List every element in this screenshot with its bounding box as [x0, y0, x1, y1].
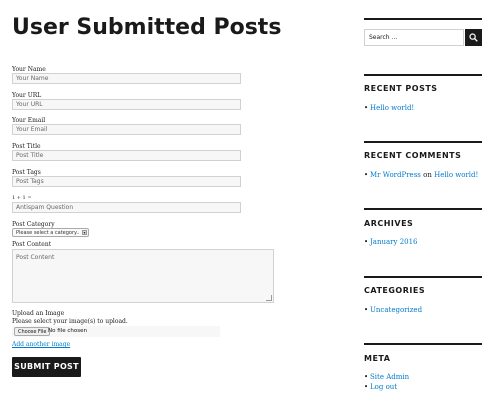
list-item: • Log out [364, 383, 397, 391]
upload-help-text: Please select your image(s) to upload. [12, 318, 128, 325]
add-another-image-link[interactable]: Add another image [12, 341, 70, 348]
content-placeholder: Post Content [16, 254, 55, 261]
chevron-down-icon: ▾ [82, 230, 87, 235]
antispam-input[interactable]: Antispam Question [12, 202, 241, 213]
widget-divider [364, 18, 482, 20]
widget-divider [364, 208, 482, 210]
archives-title: ARCHIVES [364, 219, 414, 228]
submit-post-button[interactable]: SUBMIT POST [12, 357, 81, 377]
name-label: Your Name [12, 66, 46, 73]
content-textarea[interactable]: Post Content [12, 249, 274, 303]
list-item: • Site Admin [364, 373, 409, 381]
list-item: • Uncategorized [364, 306, 422, 314]
search-input[interactable]: Search ... [364, 29, 464, 46]
file-input: Choose File No file chosen [12, 326, 220, 337]
archive-link[interactable]: January 2016 [370, 238, 418, 246]
recent-posts-title: RECENT POSTS [364, 84, 438, 93]
choose-file-button[interactable]: Choose File [14, 327, 51, 336]
file-status: No file chosen [48, 328, 87, 334]
antispam-label: 1 + 1 = [12, 195, 32, 201]
site-admin-link[interactable]: Site Admin [370, 373, 409, 381]
page-title: User Submitted Posts [12, 15, 282, 40]
category-select[interactable]: Please select a category.. ▾ [12, 228, 89, 237]
list-item: • January 2016 [364, 238, 418, 246]
name-input[interactable]: Your Name [12, 73, 241, 84]
widget-divider [364, 343, 482, 345]
url-input[interactable]: Your URL [12, 99, 241, 110]
comment-on-text: on [423, 171, 432, 179]
list-item: • Mr WordPress on Hello world! [364, 171, 478, 179]
recent-post-link[interactable]: Hello world! [370, 104, 414, 112]
category-selected-value: Please select a category.. [16, 230, 80, 236]
widget-divider [364, 276, 482, 278]
post-title-label: Post Title [12, 143, 41, 150]
recent-comments-title: RECENT COMMENTS [364, 151, 462, 160]
resize-handle-icon[interactable] [266, 295, 272, 301]
category-label: Post Category [12, 221, 55, 228]
upload-label: Upload an Image [12, 310, 65, 317]
list-item: • Hello world! [364, 104, 414, 112]
email-input[interactable]: Your Email [12, 124, 241, 135]
search-icon [469, 33, 478, 42]
post-tags-label: Post Tags [12, 169, 41, 176]
comment-post-link[interactable]: Hello world! [434, 171, 478, 179]
log-out-link[interactable]: Log out [370, 383, 397, 391]
meta-title: META [364, 354, 391, 363]
widget-divider [364, 74, 482, 76]
search-button[interactable] [465, 29, 482, 46]
category-link[interactable]: Uncategorized [370, 306, 422, 314]
comment-author-link[interactable]: Mr WordPress [370, 171, 421, 179]
content-label: Post Content [12, 241, 52, 248]
url-label: Your URL [12, 92, 42, 99]
post-tags-input[interactable]: Post Tags [12, 176, 241, 187]
categories-title: CATEGORIES [364, 286, 426, 295]
email-label: Your Email [12, 117, 46, 124]
post-title-input[interactable]: Post Title [12, 150, 241, 161]
widget-divider [364, 141, 482, 143]
